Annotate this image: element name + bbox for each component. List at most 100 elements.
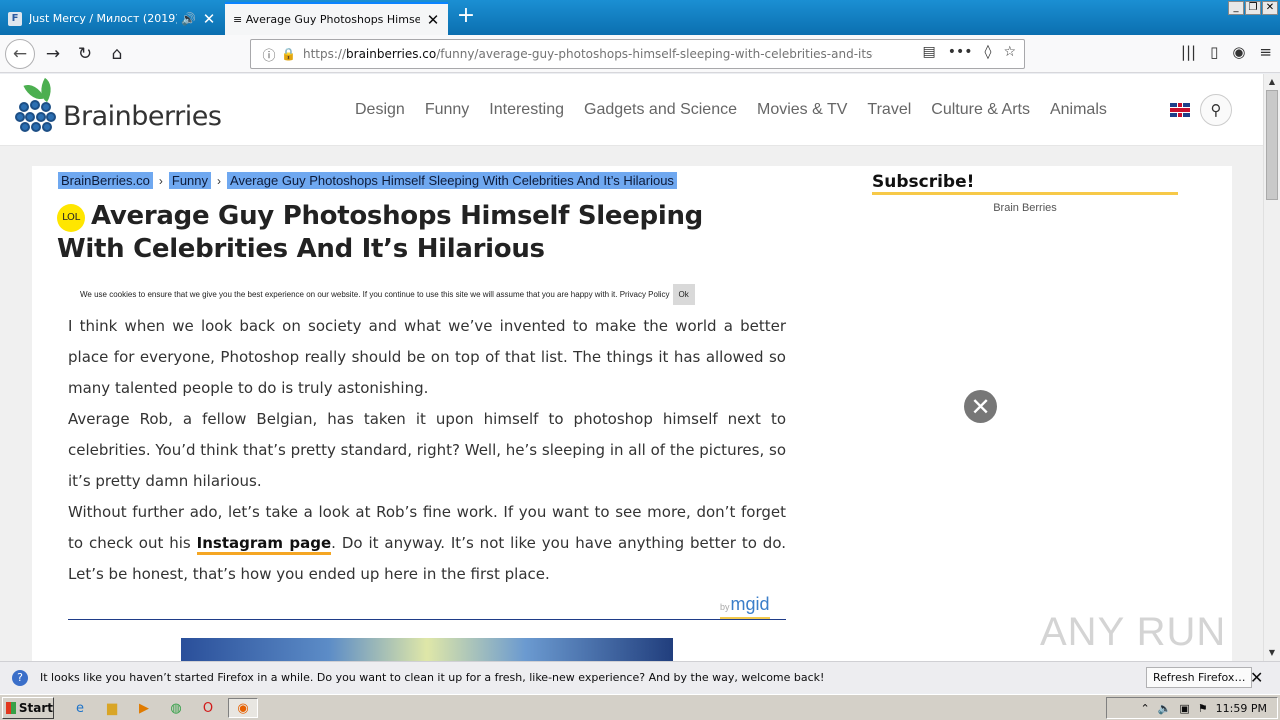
library-icon[interactable]: ||| <box>1181 43 1196 61</box>
breadcrumb-current[interactable]: Average Guy Photoshops Himself Sleeping … <box>227 172 677 189</box>
breadcrumb-funny[interactable]: Funny <box>168 172 212 189</box>
cookie-ok-button[interactable]: Ok <box>672 284 695 305</box>
close-tab-icon[interactable]: ✕ <box>426 11 440 29</box>
back-button[interactable]: ← <box>5 39 35 69</box>
help-icon: ? <box>12 669 28 686</box>
lock-icon[interactable]: 🔒 <box>281 47 297 61</box>
ad-brand: mgid <box>730 594 770 614</box>
bookmark-star-icon[interactable]: ☆ <box>1003 44 1016 60</box>
reader-view-icon[interactable]: ▤ <box>923 44 936 60</box>
menu-item-funny[interactable]: Funny <box>425 101 469 119</box>
tab-title: Just Mercy / Милост (2019) » <box>29 12 178 25</box>
restore-icon[interactable]: ❐ <box>1245 1 1261 15</box>
page-viewport: Brainberries Design Funny Interesting Ga… <box>0 74 1263 661</box>
breadcrumb-separator: › <box>217 173 222 188</box>
start-label: Start <box>18 701 53 715</box>
close-notification-icon[interactable]: ✕ <box>1250 668 1263 687</box>
start-button[interactable]: Start <box>2 697 54 719</box>
article-paragraph: I think when we look back on society and… <box>68 317 786 397</box>
firefox-taskbar-icon[interactable]: ◉ <box>228 698 258 718</box>
anyrun-watermark: ANY RUN <box>1040 610 1227 654</box>
subscribe-widget-name: Brain Berries <box>993 202 1057 214</box>
breadcrumb-home[interactable]: BrainBerries.co <box>58 172 153 189</box>
navigation-toolbar: ← → ↻ ⌂ ⓘ 🔒 https://brainberries.co/funn… <box>0 35 1280 73</box>
menu-item-animals[interactable]: Animals <box>1050 101 1107 119</box>
article-paragraph: Without further ado, let’s take a look a… <box>68 497 786 590</box>
site-logo[interactable]: Brainberries <box>15 77 222 138</box>
url-bar[interactable]: ⓘ 🔒 https://brainberries.co/funny/averag… <box>250 39 1025 69</box>
scroll-down-icon[interactable]: ▼ <box>1264 645 1280 661</box>
forward-button[interactable]: → <box>40 41 66 67</box>
volume-icon[interactable]: 🔈 <box>1158 702 1172 715</box>
action-center-flag-icon[interactable]: ⚑ <box>1198 702 1208 715</box>
home-button[interactable]: ⌂ <box>104 41 130 67</box>
menu-item-movies-tv[interactable]: Movies & TV <box>757 101 847 119</box>
speaker-icon[interactable]: 🔊 <box>181 12 196 26</box>
network-icon[interactable]: ▣ <box>1179 702 1189 715</box>
page-favicon-icon: F <box>8 11 22 26</box>
main-content: BrainBerries.co › Funny › Average Guy Ph… <box>32 166 1232 661</box>
quick-launch: e ▆ ▶ ◍ O ◉ <box>68 698 258 718</box>
hamburger-menu-icon[interactable]: ≡ <box>1259 43 1272 61</box>
url-path: /funny/average-guy-photoshops-himself-sl… <box>436 47 873 61</box>
url-text[interactable]: https://brainberries.co/funny/average-gu… <box>303 47 873 61</box>
scroll-up-icon[interactable]: ▲ <box>1264 74 1280 90</box>
menu-item-interesting[interactable]: Interesting <box>489 101 564 119</box>
window-controls: _ ❐ ✕ <box>1228 1 1278 15</box>
breadcrumb-separator: › <box>158 173 163 188</box>
uk-flag-icon[interactable] <box>1170 103 1190 117</box>
menu-item-design[interactable]: Design <box>355 101 405 119</box>
site-header: Brainberries Design Funny Interesting Ga… <box>0 74 1263 146</box>
notification-bar: ? It looks like you haven’t started Fire… <box>0 661 1280 693</box>
new-tab-button[interactable]: + <box>452 3 480 28</box>
berries-logo-icon <box>15 77 59 138</box>
cookie-notice: We use cookies to ensure that we give yo… <box>80 284 695 305</box>
scrollbar-thumb[interactable] <box>1266 90 1278 200</box>
tab-brainberries[interactable]: ≡ Average Guy Photoshops Himself ✕ <box>225 2 448 35</box>
vertical-scrollbar[interactable]: ▲ ▼ <box>1263 74 1280 661</box>
taskbar: Start e ▆ ▶ ◍ O ◉ ⌃ 🔈 ▣ ⚑ 11:59 PM <box>0 694 1280 720</box>
url-tools: ▤ ••• ◊ ☆ <box>923 44 1017 60</box>
cookie-text: We use cookies to ensure that we give yo… <box>80 290 618 299</box>
clock[interactable]: 11:59 PM <box>1216 702 1267 715</box>
file-explorer-icon[interactable]: ▆ <box>100 698 124 718</box>
opera-icon[interactable]: O <box>196 698 220 718</box>
menu-item-travel[interactable]: Travel <box>867 101 911 119</box>
page-title: LOL Average Guy Photoshops Himself Sleepi… <box>57 200 757 266</box>
logo-text: Brainberries <box>63 100 222 132</box>
windows-logo-icon <box>6 702 16 714</box>
account-icon[interactable]: ◉ <box>1232 43 1245 61</box>
media-player-icon[interactable]: ▶ <box>132 698 156 718</box>
main-menu: Design Funny Interesting Gadgets and Sci… <box>355 101 1107 119</box>
reload-button[interactable]: ↻ <box>72 41 98 67</box>
refresh-firefox-button[interactable]: Refresh Firefox… <box>1146 667 1253 688</box>
page-actions-icon[interactable]: ••• <box>948 44 973 60</box>
privacy-policy-link[interactable]: Privacy Policy <box>620 290 670 299</box>
chrome-icon[interactable]: ◍ <box>164 698 188 718</box>
search-button[interactable]: ⚲ <box>1200 94 1232 126</box>
article-paragraph: Average Rob, a fellow Belgian, has taken… <box>68 410 786 490</box>
pocket-icon[interactable]: ◊ <box>985 44 992 60</box>
menu-item-culture-arts[interactable]: Culture & Arts <box>931 101 1030 119</box>
info-icon[interactable]: ⓘ <box>257 45 281 64</box>
close-tab-icon[interactable]: ✕ <box>202 10 216 28</box>
ad-close-icon[interactable]: ✕ <box>964 390 997 423</box>
minimize-icon[interactable]: _ <box>1228 1 1244 15</box>
instagram-link[interactable]: Instagram page <box>196 534 332 555</box>
tray-expand-icon[interactable]: ⌃ <box>1140 702 1149 715</box>
toolbar-right: ||| ▯ ◉ ≡ <box>1181 43 1272 61</box>
search-icon: ⚲ <box>1210 101 1222 119</box>
article-image[interactable] <box>181 638 673 661</box>
mgid-ad-logo[interactable]: bymgid <box>720 594 770 620</box>
close-window-icon[interactable]: ✕ <box>1262 1 1278 15</box>
sidebar-icon[interactable]: ▯ <box>1210 43 1218 61</box>
breadcrumb: BrainBerries.co › Funny › Average Guy Ph… <box>58 172 677 189</box>
url-scheme: https:// <box>303 47 347 61</box>
tab-just-mercy[interactable]: F Just Mercy / Милост (2019) » 🔊 ✕ <box>0 2 224 35</box>
internet-explorer-icon[interactable]: e <box>68 698 92 718</box>
url-domain: brainberries.co <box>346 47 437 61</box>
menu-item-gadgets-and-science[interactable]: Gadgets and Science <box>584 101 737 119</box>
tab-title: ≡ Average Guy Photoshops Himself <box>233 13 420 26</box>
page-title-text: Average Guy Photoshops Himself Sleeping … <box>57 201 703 264</box>
notification-text: It looks like you haven’t started Firefo… <box>40 671 825 684</box>
